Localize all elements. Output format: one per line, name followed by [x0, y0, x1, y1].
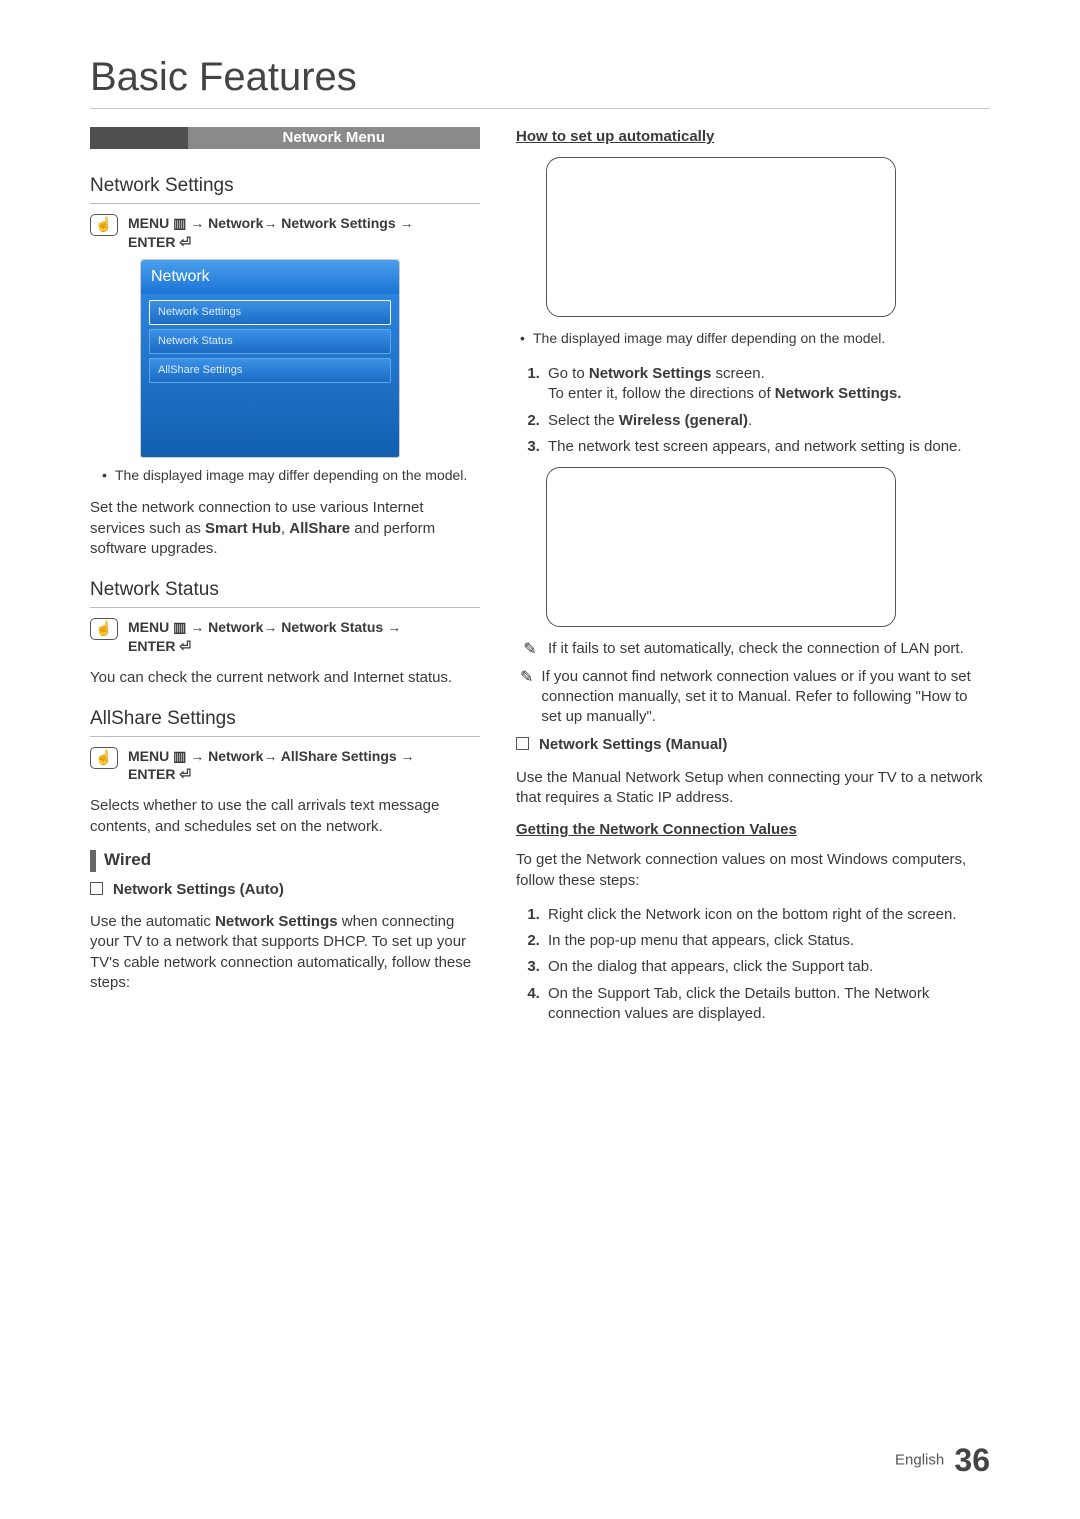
path-segment: → Network→ Network Settings → [190, 215, 413, 231]
ui-item-allshare-settings: AllShare Settings [149, 358, 391, 383]
wired-auto-desc: Use the automatic Network Settings when … [90, 912, 480, 993]
enter-icon: ⏎ [179, 638, 191, 654]
menu-icon: ▥ [173, 748, 186, 764]
menu-label: MENU [128, 619, 169, 635]
tip-text: If you cannot find network connection va… [541, 667, 990, 728]
enter-icon: ⏎ [179, 766, 191, 782]
step-3: The network test screen appears, and net… [544, 435, 990, 461]
band-label: Network Menu [188, 127, 481, 149]
heading-getting-values: Getting the Network Connection Values [516, 820, 990, 840]
heading-network-status: Network Status [90, 577, 480, 608]
checkbox-icon [90, 882, 103, 895]
wired-heading-row: Wired [90, 849, 480, 872]
ui-item-network-status: Network Status [149, 329, 391, 354]
left-column: Network Menu Network Settings ☝ MENU ▥ →… [90, 127, 480, 1028]
footer-language: English [895, 1451, 944, 1468]
note-icon: ✎ [520, 639, 540, 661]
ui-item-network-settings: Network Settings [149, 300, 391, 325]
path-segment: → Network→ AllShare Settings → [190, 748, 414, 764]
remote-icon: ☝ [90, 214, 118, 236]
checkbox-row-auto: Network Settings (Auto) [90, 880, 480, 900]
enter-icon: ⏎ [179, 234, 191, 250]
step-1: Go to Network Settings screen. To enter … [544, 362, 990, 409]
menu-label: MENU [128, 215, 169, 231]
image-placeholder-2 [546, 467, 896, 627]
menu-icon: ▥ [173, 619, 186, 635]
checkbox-label-manual: Network Settings (Manual) [539, 735, 727, 755]
menu-path-network-status: ☝ MENU ▥ → Network→ Network Status → ENT… [90, 618, 480, 656]
list-item: On the Support Tab, click the Details bu… [544, 982, 990, 1029]
remote-icon: ☝ [90, 747, 118, 769]
tip-1: ✎ If it fails to set automatically, chec… [520, 639, 990, 661]
image-placeholder-1 [546, 157, 896, 317]
menu-path-allshare: ☝ MENU ▥ → Network→ AllShare Settings → … [90, 747, 480, 785]
checkbox-row-manual: Network Settings (Manual) [516, 735, 990, 755]
note-model-differ: • The displayed image may differ dependi… [102, 466, 480, 485]
list-item: On the dialog that appears, click the Su… [544, 955, 990, 981]
menu-label: MENU [128, 748, 169, 764]
enter-label: ENTER [128, 234, 175, 250]
section-band: Network Menu [90, 127, 480, 149]
getting-desc: To get the Network connection values on … [516, 850, 990, 891]
tip-2: ✎ If you cannot find network connection … [520, 667, 990, 728]
heading-allshare-settings: AllShare Settings [90, 706, 480, 737]
path-segment: → Network→ Network Status → [190, 619, 401, 635]
manual-desc: Use the Manual Network Setup when connec… [516, 768, 990, 809]
network-settings-desc: Set the network connection to use variou… [90, 498, 480, 559]
ui-header: Network [141, 260, 399, 294]
heading-network-settings: Network Settings [90, 173, 480, 204]
checkbox-icon [516, 737, 529, 750]
page-footer: English 36 [895, 1442, 990, 1479]
menu-path-network-settings: ☝ MENU ▥ → Network→ Network Settings → E… [90, 214, 480, 252]
note-text: The displayed image may differ depending… [115, 466, 467, 485]
list-item: Right click the Network icon on the bott… [544, 903, 990, 929]
heading-auto-setup: How to set up automatically [516, 127, 990, 147]
note-icon: ✎ [520, 667, 533, 728]
right-column: How to set up automatically • The displa… [516, 127, 990, 1028]
note-text: The displayed image may differ depending… [533, 329, 885, 348]
note-model-differ-2: • The displayed image may differ dependi… [520, 329, 990, 348]
menu-icon: ▥ [173, 215, 186, 231]
enter-label: ENTER [128, 638, 175, 654]
tag-bar-icon [90, 850, 96, 872]
step-2: Select the Wireless (general). [544, 409, 990, 435]
checkbox-label-auto: Network Settings (Auto) [113, 880, 284, 900]
remote-icon: ☝ [90, 618, 118, 640]
heading-wired: Wired [104, 849, 151, 872]
steps-getting-list: Right click the Network icon on the bott… [544, 903, 990, 1028]
page-number: 36 [954, 1442, 990, 1478]
network-status-desc: You can check the current network and In… [90, 668, 480, 688]
tip-text: If it fails to set automatically, check … [548, 639, 964, 661]
page-title: Basic Features [90, 55, 990, 109]
allshare-desc: Selects whether to use the call arrivals… [90, 796, 480, 837]
enter-label: ENTER [128, 766, 175, 782]
list-item: In the pop-up menu that appears, click S… [544, 929, 990, 955]
ui-screenshot-network: Network Network Settings Network Status … [140, 259, 400, 457]
steps-auto-list: Go to Network Settings screen. To enter … [544, 362, 990, 461]
